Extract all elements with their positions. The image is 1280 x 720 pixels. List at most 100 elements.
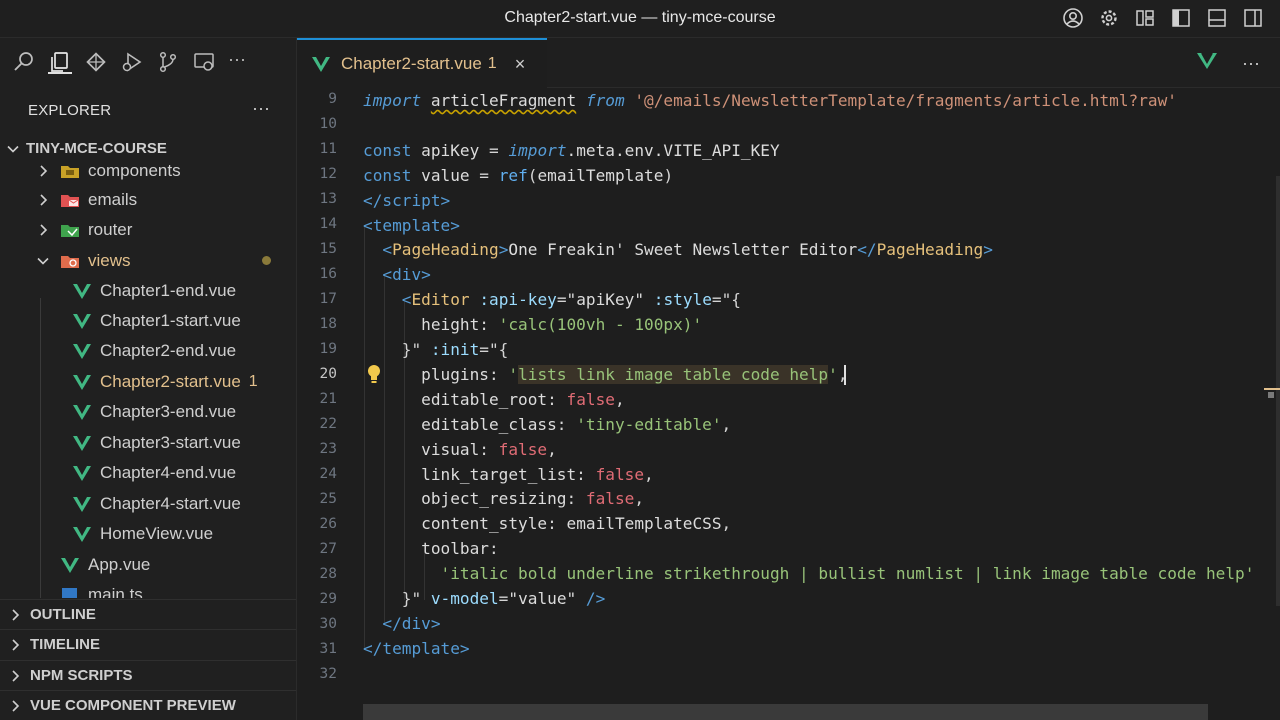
toggle-primary-sidebar-icon[interactable]	[1170, 7, 1192, 29]
tree-file-chapter4-end[interactable]: Chapter4-end.vue	[0, 458, 296, 488]
tab-label: Chapter2-start.vue	[341, 54, 482, 73]
section-timeline[interactable]: TIMELINE	[0, 629, 296, 659]
tree-file-chapter2-start[interactable]: Chapter2-start.vue 1	[0, 367, 296, 397]
tree-file-main-ts[interactable]: main.ts	[0, 580, 296, 598]
code-line: </template>	[363, 638, 470, 658]
line-number: 14	[319, 216, 337, 232]
code-line: object_resizing: false,	[421, 489, 645, 509]
extensions-icon[interactable]	[84, 50, 108, 74]
tree-folder-components[interactable]: components	[0, 158, 296, 186]
vue-file-icon	[73, 375, 91, 390]
settings-gear-icon[interactable]: 1	[1098, 7, 1125, 64]
line-number: 13	[319, 191, 337, 207]
run-debug-icon[interactable]	[120, 50, 144, 74]
toggle-panel-icon[interactable]	[1206, 7, 1228, 29]
line-number: 30	[319, 616, 337, 632]
chevron-right-icon	[12, 608, 20, 621]
folder-email-icon	[61, 195, 79, 207]
section-outline[interactable]: OUTLINE	[0, 599, 296, 629]
tab-chapter2-start[interactable]: Chapter2-start.vue 1 ×	[297, 38, 547, 88]
line-number: 9	[328, 91, 337, 107]
more-icon[interactable]: ···	[228, 50, 252, 74]
code-line: const value = ref(emailTemplate)	[363, 165, 674, 185]
code-line: <div>	[382, 265, 431, 285]
chevron-right-icon	[40, 224, 48, 236]
line-number: 32	[319, 666, 337, 682]
workspace-root-folder[interactable]: TINY-MCE-COURSE	[6, 140, 167, 157]
close-tab-icon[interactable]: ×	[515, 54, 526, 75]
line-number: 26	[319, 516, 337, 532]
explorer-icon[interactable]	[48, 50, 72, 74]
line-number: 28	[319, 566, 337, 582]
tree-folder-emails[interactable]: emails	[0, 185, 296, 215]
code-line: editable_class: 'tiny-editable',	[421, 414, 732, 434]
vue-preview-icon[interactable]	[1196, 52, 1218, 75]
section-vue-component-preview[interactable]: VUE COMPONENT PREVIEW	[0, 690, 296, 720]
remote-explorer-icon[interactable]	[192, 50, 216, 74]
tree-file-chapter3-end[interactable]: Chapter3-end.vue	[0, 397, 296, 427]
chevron-down-icon	[37, 257, 49, 265]
code-line: }" v-model="value" />	[401, 589, 606, 608]
source-control-icon[interactable]	[156, 50, 180, 74]
chevron-right-icon	[12, 638, 20, 651]
search-icon[interactable]	[12, 50, 36, 74]
tree-file-chapter3-start[interactable]: Chapter3-start.vue	[0, 428, 296, 458]
line-number: 10	[319, 116, 337, 132]
chevron-right-icon	[40, 165, 48, 177]
vue-file-icon	[73, 344, 91, 359]
code-line: 'italic bold underline strikethrough | b…	[440, 564, 1255, 584]
tree-folder-views[interactable]: views	[0, 246, 296, 276]
explorer-more-actions[interactable]: ···	[252, 98, 270, 119]
line-number: 11	[319, 141, 337, 157]
section-npm-scripts[interactable]: NPM SCRIPTS	[0, 660, 296, 690]
editor-tab-bar: Chapter2-start.vue 1 × ···	[297, 38, 1280, 88]
code-line: </script>	[363, 190, 451, 210]
code-line: content_style: emailTemplateCSS,	[421, 514, 732, 534]
line-number: 29	[319, 591, 337, 607]
typescript-file-icon	[62, 588, 77, 598]
line-number: 31	[319, 641, 337, 657]
folder-open-views-icon	[61, 256, 79, 268]
line-number: 17	[319, 291, 337, 307]
vue-file-icon	[73, 497, 91, 512]
line-number: 12	[319, 166, 337, 182]
text-cursor	[844, 365, 846, 385]
horizontal-scrollbar[interactable]	[363, 704, 1208, 720]
code-line: }" :init="{	[401, 340, 509, 359]
code-line: <PageHeading>One Freakin' Sweet Newslett…	[382, 240, 993, 260]
workspace-root-label: TINY-MCE-COURSE	[26, 140, 167, 157]
tree-file-chapter1-start[interactable]: Chapter1-start.vue	[0, 306, 296, 336]
line-number: 16	[319, 266, 337, 282]
line-number: 24	[319, 466, 337, 482]
line-number: 27	[319, 541, 337, 557]
current-line-number: 20	[319, 366, 337, 382]
chevron-right-icon	[12, 699, 20, 712]
line-number: 23	[319, 441, 337, 457]
code-line: visual: false,	[421, 439, 557, 459]
code-line: import articleFragment from '@/emails/Ne…	[363, 91, 1177, 110]
tree-file-app[interactable]: App.vue	[0, 550, 296, 580]
tree-folder-router[interactable]: router	[0, 215, 296, 245]
tree-file-chapter4-start[interactable]: Chapter4-start.vue	[0, 489, 296, 519]
account-icon[interactable]	[1062, 7, 1084, 29]
vertical-scrollbar[interactable]	[1262, 176, 1280, 616]
chevron-right-icon	[40, 194, 48, 206]
code-line: toolbar:	[421, 539, 499, 559]
problems-count: 1	[248, 373, 258, 390]
more-actions-icon[interactable]: ···	[1242, 53, 1260, 74]
line-number: 15	[319, 241, 337, 257]
line-number: 25	[319, 491, 337, 507]
line-number: 18	[319, 316, 337, 332]
vue-file-icon	[73, 466, 91, 481]
tree-file-homeview[interactable]: HomeView.vue	[0, 519, 296, 549]
tree-file-chapter1-end[interactable]: Chapter1-end.vue	[0, 276, 296, 306]
code-editor[interactable]: 9 10 11 12 13 14 15 16 17 18 19 20 21 22…	[297, 88, 1280, 720]
tree-file-chapter2-end[interactable]: Chapter2-end.vue	[0, 336, 296, 366]
code-line: editable_root: false,	[421, 389, 625, 409]
code-line: plugins: 'lists link image table code he…	[421, 364, 848, 384]
customize-layout-icon[interactable]	[1134, 7, 1156, 29]
file-tree: components emails router views Chapter1-…	[0, 158, 296, 598]
modified-dot	[262, 256, 271, 265]
toggle-secondary-sidebar-icon[interactable]	[1242, 7, 1264, 29]
line-number: 19	[319, 341, 337, 357]
